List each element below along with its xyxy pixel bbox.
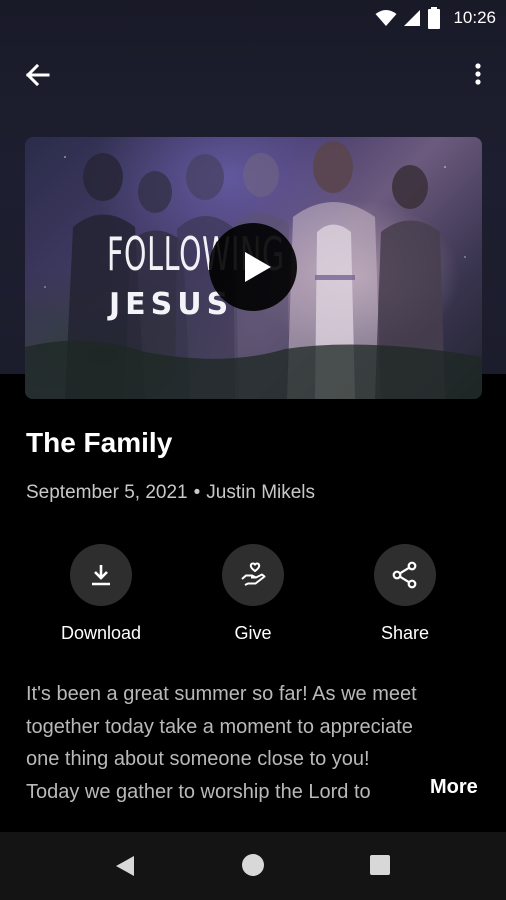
download-icon — [92, 565, 110, 586]
battery-icon — [428, 7, 441, 29]
more-link[interactable]: More — [430, 776, 478, 799]
more-vertical-icon — [475, 63, 481, 85]
share-icon — [392, 561, 417, 589]
play-button[interactable] — [209, 223, 297, 311]
download-circle — [70, 544, 132, 606]
download-button[interactable]: Download — [41, 544, 161, 654]
sermon-date: September 5, 2021 — [26, 482, 188, 503]
back-button[interactable] — [22, 60, 56, 90]
share-label: Share — [380, 623, 430, 643]
cellular-signal-icon — [404, 10, 421, 26]
status-icons: 10:26 — [375, 7, 496, 29]
thumbnail-title-line-2: JESUS — [109, 287, 234, 322]
description-line: one thing about someone close to you! — [26, 748, 370, 770]
download-label: Download — [60, 623, 142, 643]
status-bar: 10:26 — [0, 0, 506, 36]
status-time: 10:26 — [453, 8, 496, 27]
nav-back-icon[interactable] — [114, 854, 136, 878]
give-heart-hand-icon — [241, 562, 266, 586]
description-line: It's been a great summer so far! As we m… — [26, 683, 417, 705]
sermon-video-thumbnail[interactable]: FOLLOWING JESUS — [25, 137, 482, 399]
sermon-title: The Family — [26, 427, 173, 458]
nav-home-icon[interactable] — [242, 854, 264, 876]
give-label: Give — [234, 623, 272, 643]
play-icon — [245, 252, 271, 282]
nav-recents-icon[interactable] — [370, 855, 390, 875]
meta-separator: • — [193, 482, 201, 503]
share-button[interactable]: Share — [345, 544, 465, 654]
app-bar — [0, 52, 506, 96]
give-circle — [222, 544, 284, 606]
wifi-icon — [375, 10, 397, 26]
sermon-meta: September 5, 2021 • Justin Mikels — [26, 482, 315, 504]
description-line: together today take a moment to apprecia… — [26, 715, 413, 738]
share-circle — [374, 544, 436, 606]
give-button[interactable]: Give — [193, 544, 313, 654]
arrow-left-icon — [25, 63, 50, 87]
more-options-button[interactable] — [468, 60, 488, 90]
system-nav-bar — [0, 832, 506, 900]
sermon-speaker: Justin Mikels — [206, 482, 316, 503]
